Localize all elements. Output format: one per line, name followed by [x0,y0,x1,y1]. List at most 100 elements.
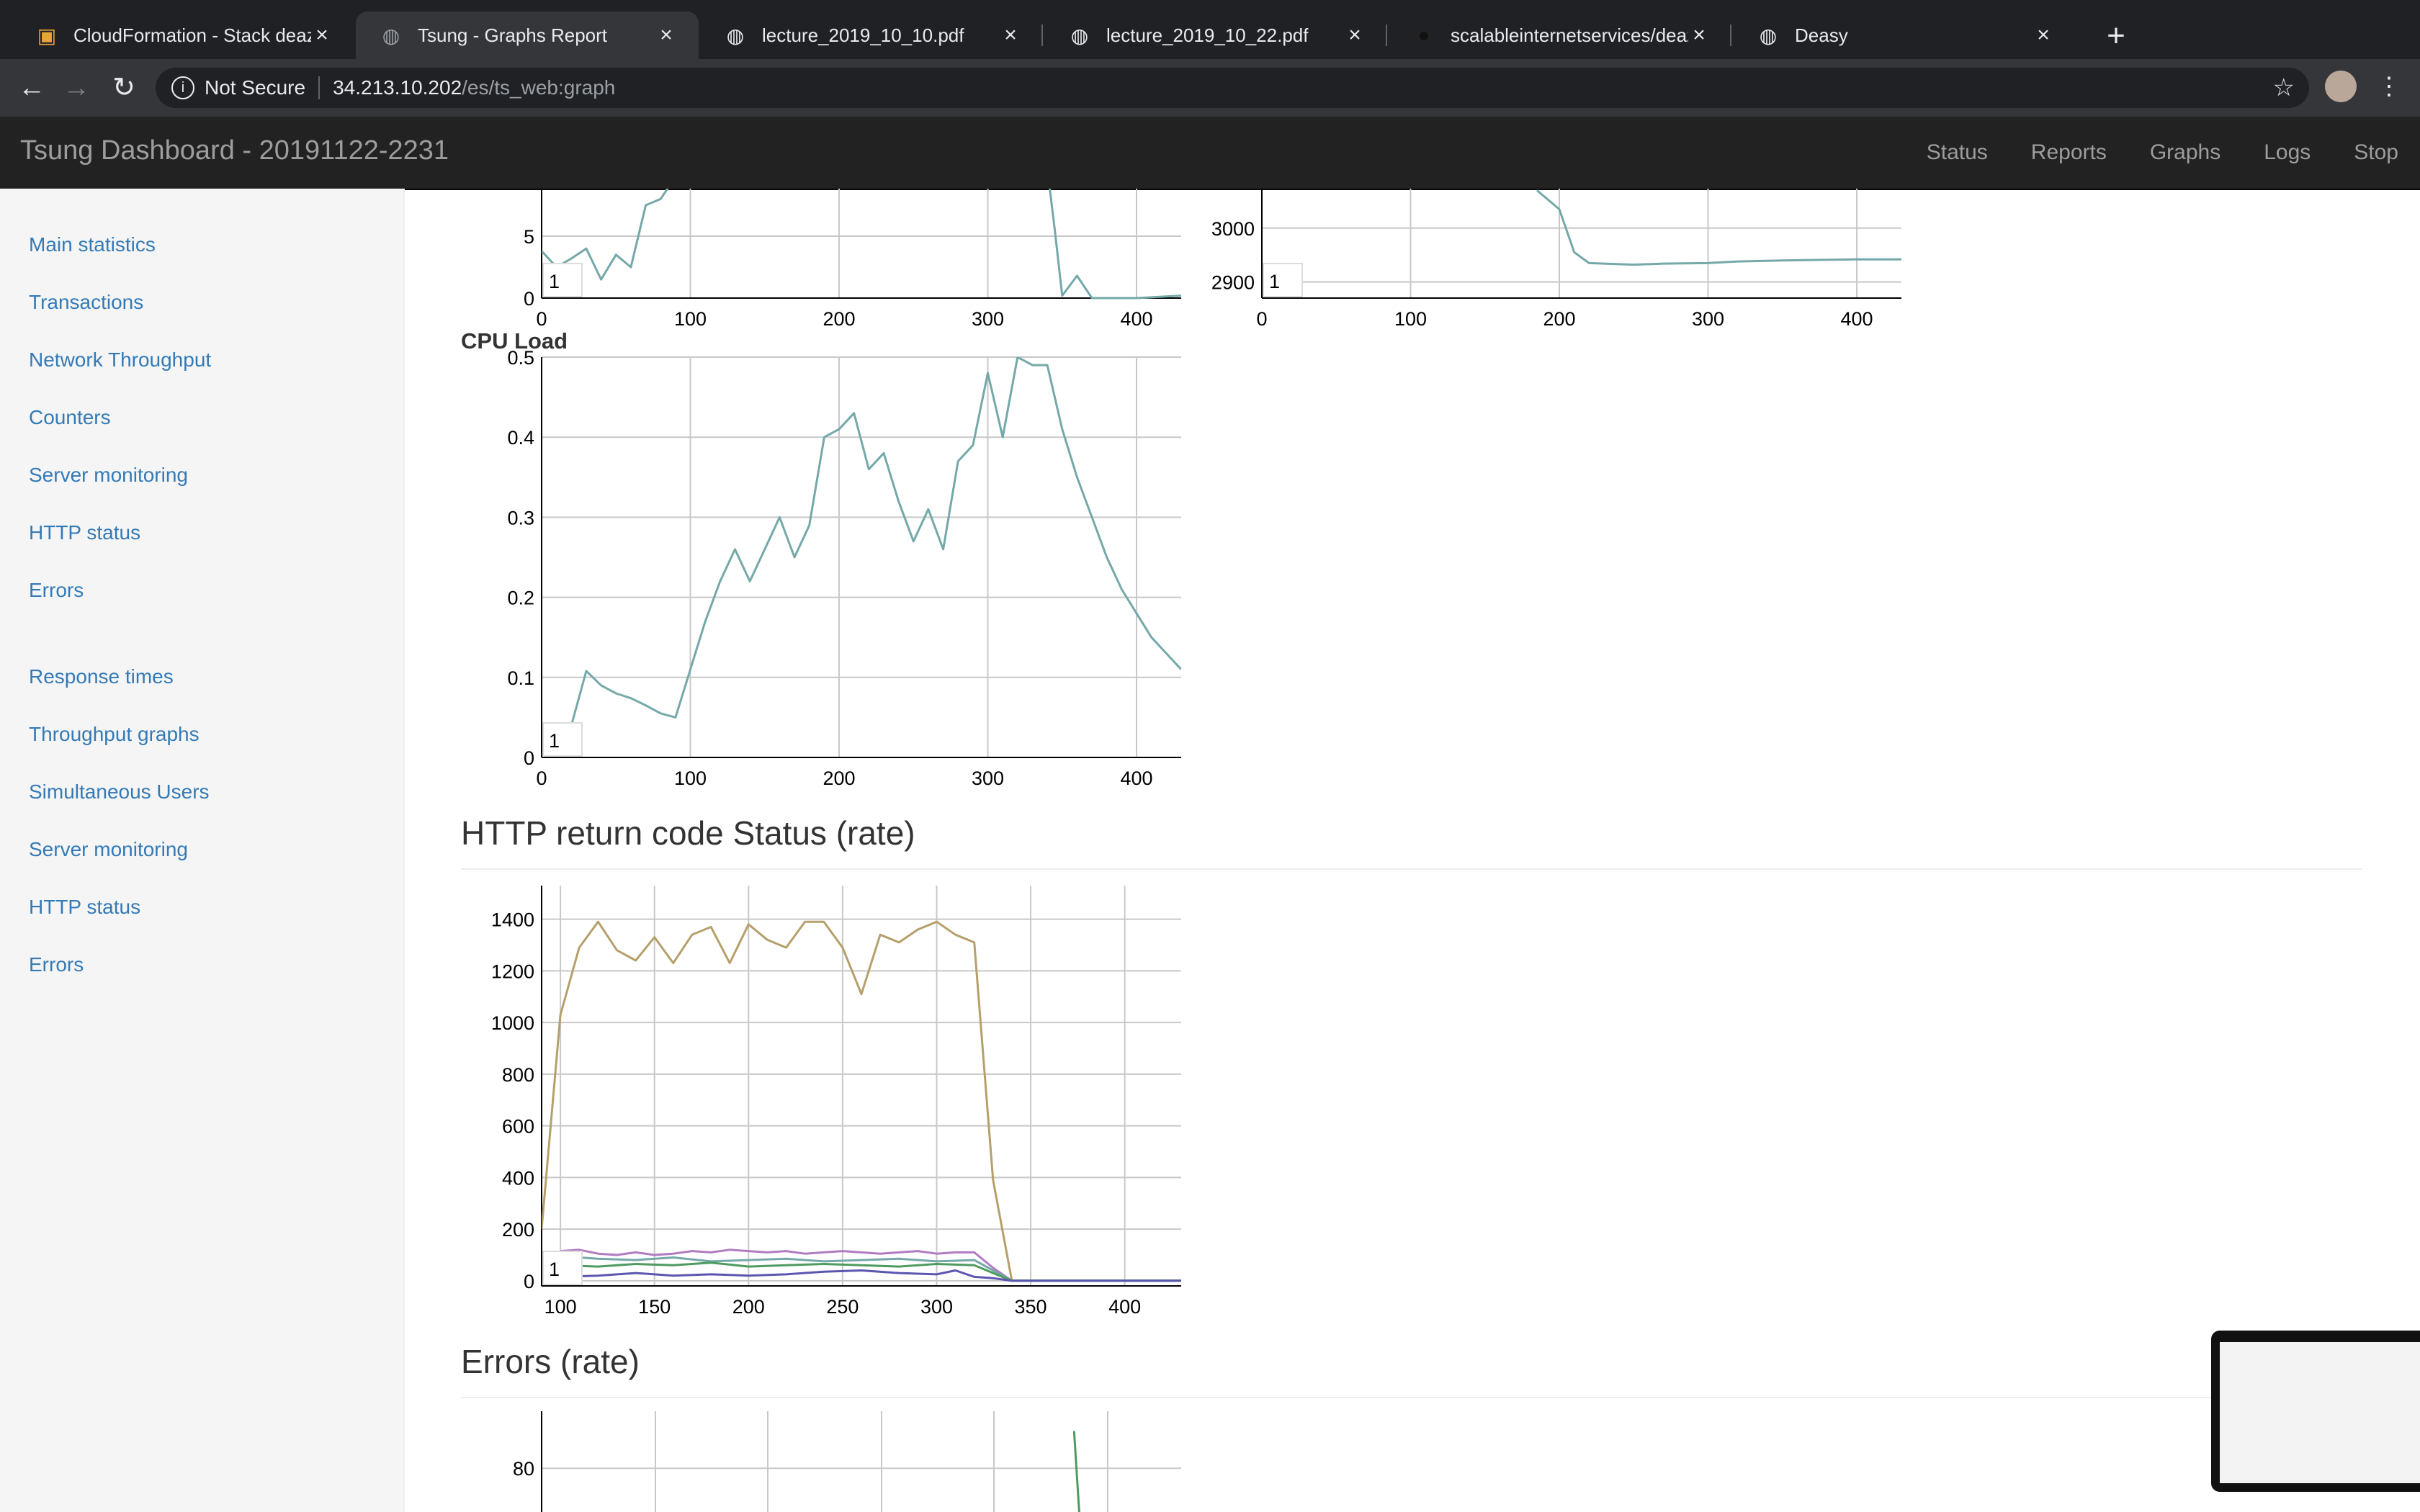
sidebar-counters[interactable]: Counters [29,406,111,429]
y-tick-label: 600 [502,1116,534,1138]
nav-graphs[interactable]: Graphs [2128,117,2242,189]
legend-label: 1 [549,730,560,752]
url-path: /es/ts_web:graph [462,76,616,99]
browser-toolbar: ← → ↻ i Not Secure 34.213.10.202/es/ts_w… [0,59,2420,117]
y-tick-label: 0.4 [507,427,534,449]
x-tick-label: 0 [536,308,547,330]
sidebar-server-monitoring[interactable]: Server monitoring [29,464,188,487]
close-icon[interactable]: × [1344,23,1366,48]
new-tab-button[interactable]: + [2096,16,2136,56]
address-bar[interactable]: i Not Secure 34.213.10.202/es/ts_web:gra… [156,68,2309,108]
legend-label: 1 [1269,271,1280,292]
browser-menu-icon[interactable]: ⋮ [2377,69,2401,104]
x-tick-label: 100 [674,308,707,330]
close-icon[interactable]: × [1688,23,1710,48]
series-line-0 [1072,1431,1080,1512]
nav-stop[interactable]: Stop [2332,117,2420,189]
x-tick-label: 400 [1108,1296,1141,1318]
nav-status[interactable]: Status [1905,117,2009,189]
app-title[interactable]: Tsung Dashboard - 20191122-2231 [20,135,449,166]
series-line-0 [542,920,1181,1282]
x-tick-label: 400 [1841,308,1873,330]
browser-tab[interactable]: ◍ Deasy × [1733,12,2076,59]
profile-avatar[interactable] [2325,71,2357,102]
address-divider [318,76,321,99]
close-icon[interactable]: × [2033,23,2054,48]
sidebar-http-status[interactable]: HTTP status [29,521,140,544]
sidebar-errors-graphs[interactable]: Errors [29,953,84,976]
x-tick-label: 200 [823,308,855,330]
bookmark-star-icon[interactable]: ☆ [2273,73,2295,102]
x-tick-label: 400 [1121,308,1153,330]
close-icon[interactable]: × [1000,23,1021,48]
y-tick-label: 0.2 [507,588,534,609]
sidebar-response-times[interactable]: Response times [29,665,174,688]
y-tick-label: 2900 [1211,272,1255,294]
y-tick-label: 80 [513,1458,534,1480]
y-tick-label: 0 [524,288,534,310]
y-tick-label: 0.1 [507,667,534,689]
tab-title: Deasy [1795,24,1848,46]
browser-tab[interactable]: ◍ lecture_2019_10_10.pdf × [700,12,1043,59]
y-tick-label: 1200 [491,960,534,982]
x-tick-label: 150 [638,1296,671,1318]
close-icon[interactable]: × [311,23,333,48]
cpu-load-chart: 0 100 200 300 400 0 0.1 0.2 0.3 0.4 0.5 1 [507,347,1181,789]
reload-button[interactable]: ↻ [105,69,143,107]
screenshot-thumbnail[interactable] [2211,1331,2420,1492]
tab-title: CloudFormation - Stack deazySt [73,24,311,46]
x-tick-label: 0 [536,768,547,789]
tab-separator [1730,24,1731,46]
back-button[interactable]: ← [13,69,50,107]
y-tick-label: 0.5 [507,347,534,369]
security-label: Not Secure [205,76,306,99]
sidebar-errors[interactable]: Errors [29,579,84,602]
sidebar: Main statistics Transactions Network Thr… [0,189,405,1512]
y-tick-label: 1000 [491,1012,534,1034]
globe-icon: ◍ [382,24,400,47]
sidebar-main-statistics[interactable]: Main statistics [29,233,156,256]
tab-title: lecture_2019_10_10.pdf [762,24,964,46]
close-icon[interactable]: × [655,23,677,48]
chart-top-left: 0 100 200 300 400 0 5 1 [524,189,1181,330]
sidebar-server-monitoring-graphs[interactable]: Server monitoring [29,838,188,861]
legend-label: 1 [549,1259,560,1280]
browser-tab[interactable]: ◍ lecture_2019_10_22.pdf × [1044,12,1387,59]
y-tick-label: 0.3 [507,507,534,528]
nav-reports[interactable]: Reports [2009,117,2128,189]
sidebar-network-throughput[interactable]: Network Throughput [29,348,211,372]
x-tick-label: 100 [1394,308,1427,330]
x-tick-label: 300 [972,768,1004,789]
y-tick-label: 800 [502,1064,534,1086]
series-line-2 [560,1255,1181,1282]
http-status-heading: HTTP return code Status (rate) [461,814,915,852]
browser-tab[interactable]: ▣ CloudFormation - Stack deazySt× [12,12,354,59]
nav-logs[interactable]: Logs [2242,117,2332,189]
y-tick-label: 5 [524,226,534,248]
sidebar-throughput-graphs[interactable]: Throughput graphs [29,723,200,746]
x-tick-label: 250 [826,1296,859,1318]
tab-title: Tsung - Graphs Report [418,24,608,46]
http-heading-rule [461,868,2362,870]
sidebar-simultaneous-users[interactable]: Simultaneous Users [29,780,210,804]
x-tick-label: 400 [1121,768,1153,789]
x-tick-label: 100 [544,1296,577,1318]
github-icon: ● [1417,24,1430,46]
app-navbar: Tsung Dashboard - 20191122-2231 Status R… [0,117,2420,190]
globe-icon: ◍ [1070,24,1089,47]
top-nav: Status Reports Graphs Logs Stop [1905,117,2420,189]
browser-tab[interactable]: ◍ Tsung - Graphs Report × [356,12,699,59]
info-icon[interactable]: i [171,76,194,99]
tab-separator [1386,24,1387,46]
sidebar-http-status-graphs[interactable]: HTTP status [29,896,140,919]
errors-heading-rule [461,1397,2362,1398]
tab-title: lecture_2019_10_22.pdf [1106,24,1309,46]
forward-button[interactable]: → [58,69,95,107]
series-line-4 [560,1269,1181,1282]
url-host: 34.213.10.202 [333,76,462,99]
browser-tab-strip: ▣CloudFormation - Stack deazySt× ◍ Tsung -… [0,0,2420,59]
browser-tab[interactable]: ● scalableinternetservices/deazy: I× [1389,12,1731,59]
sidebar-transactions[interactable]: Transactions [29,291,143,314]
chart-top-right: 0 100 200 300 400 2900 3000 1 [1211,189,1901,330]
y-tick-label: 0 [524,747,534,769]
